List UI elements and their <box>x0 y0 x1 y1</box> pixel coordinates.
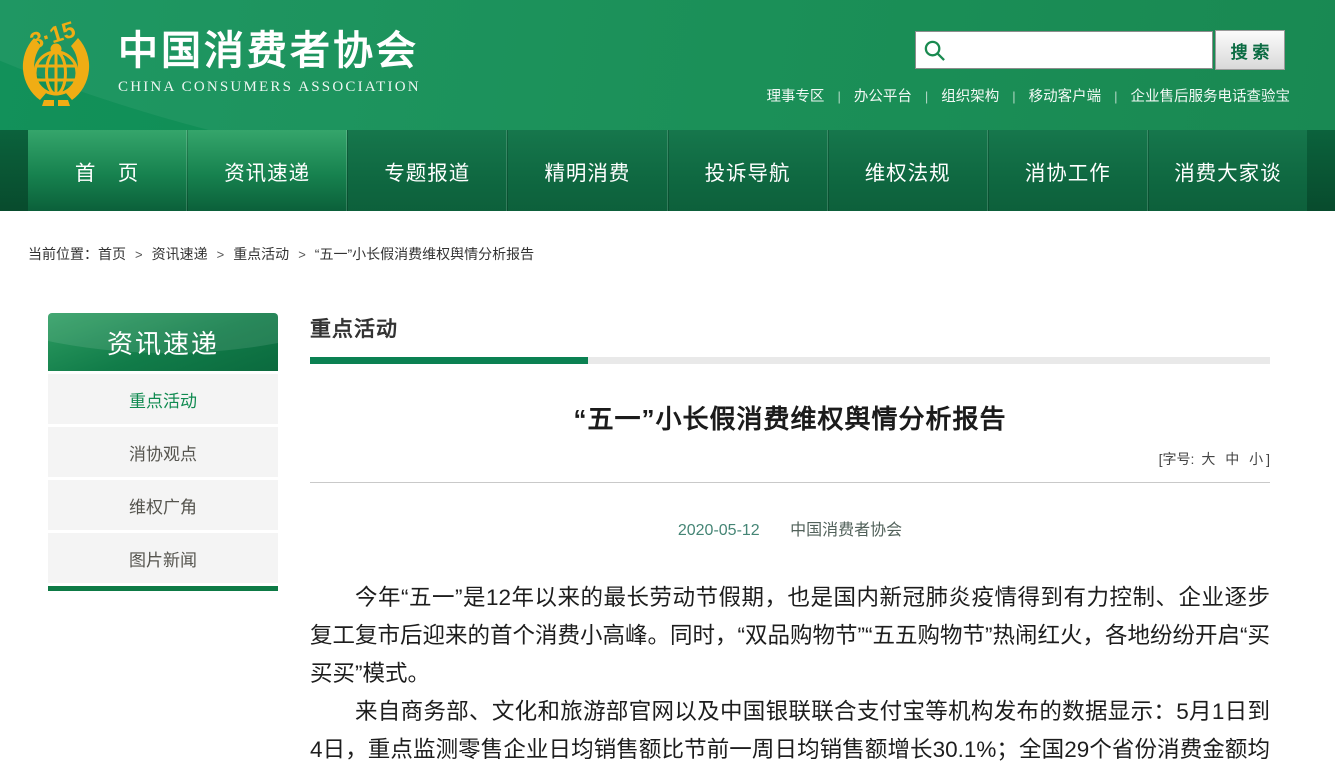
search-area: 搜 索 <box>915 31 1285 70</box>
font-size-medium-button[interactable]: 中 <box>1225 451 1239 467</box>
main-nav: 首 页 资讯速递 专题报道 精明消费 投诉导航 维权法规 消协工作 消费大家谈 <box>0 130 1335 211</box>
section-underline <box>310 357 1270 364</box>
search-icon <box>923 39 946 62</box>
sidebar-footer-bar <box>48 586 278 591</box>
font-size-control: [字号: 大 中 小] <box>310 449 1270 469</box>
link-separator: | <box>1012 89 1015 104</box>
article-paragraph: 今年“五一”是12年以来的最长劳动节假期，也是国内新冠肺炎疫情得到有力控制、企业… <box>310 579 1270 693</box>
header-quick-links: 理事专区 | 办公平台 | 组织架构 | 移动客户端 | 企业售后服务电话查验宝 <box>766 85 1290 106</box>
article-title: “五一”小长假消费维权舆情分析报告 <box>310 399 1270 436</box>
nav-tab-cca-work[interactable]: 消协工作 <box>988 130 1148 211</box>
breadcrumb-separator: > <box>135 247 143 262</box>
content-layout: 资讯速递 重点活动 消协观点 维权广角 图片新闻 重点活动 “五一”小长假消费维… <box>0 313 1335 770</box>
search-box <box>915 31 1213 69</box>
article-meta: 2020-05-12 中国消费者协会 <box>310 516 1270 540</box>
nav-tab-special-report[interactable]: 专题报道 <box>347 130 507 211</box>
underline-green-segment <box>310 357 588 364</box>
sidebar-item-photo-news[interactable]: 图片新闻 <box>48 533 278 583</box>
font-size-large-button[interactable]: 大 <box>1201 451 1215 467</box>
title-divider <box>310 482 1270 483</box>
link-org-structure[interactable]: 组织架构 <box>941 89 999 105</box>
link-mobile-client[interactable]: 移动客户端 <box>1029 89 1102 105</box>
breadcrumb-separator: > <box>298 247 306 262</box>
search-input[interactable] <box>952 32 1207 68</box>
site-title-en: CHINA CONSUMERS ASSOCIATION <box>118 79 421 96</box>
link-separator: | <box>925 89 928 104</box>
site-title-cn: 中国消费者协会 <box>118 29 421 73</box>
logo-text: 中国消费者协会 CHINA CONSUMERS ASSOCIATION <box>118 29 421 96</box>
nav-tab-rights-laws[interactable]: 维权法规 <box>828 130 988 211</box>
section-title: 重点活动 <box>310 313 1270 343</box>
sidebar-item-cca-views[interactable]: 消协观点 <box>48 427 278 477</box>
nav-tab-complaint-guide[interactable]: 投诉导航 <box>668 130 828 211</box>
cca-315-emblem-icon: 3·15 <box>14 16 98 108</box>
link-office-platform[interactable]: 办公平台 <box>854 89 912 105</box>
breadcrumb-home[interactable]: 首页 <box>98 246 126 262</box>
sidebar-item-rights-wide-angle[interactable]: 维权广角 <box>48 480 278 530</box>
breadcrumb-separator: > <box>217 247 225 262</box>
emblem-315-text: 3·15 <box>27 16 79 54</box>
site-header: 3·15 中国消费者协会 CHINA CONSUMERS ASSOCIATION… <box>0 0 1335 130</box>
search-button[interactable]: 搜 索 <box>1215 30 1285 70</box>
font-size-small-button[interactable]: 小 <box>1249 451 1263 467</box>
underline-gray-segment <box>588 357 1270 364</box>
link-separator: | <box>837 89 840 104</box>
link-separator: | <box>1114 89 1117 104</box>
sidebar-title-text: 资讯速递 <box>107 324 219 361</box>
nav-tab-smart-consumption[interactable]: 精明消费 <box>507 130 667 211</box>
sidebar: 资讯速递 重点活动 消协观点 维权广角 图片新闻 <box>48 313 278 591</box>
sidebar-title: 资讯速递 <box>48 313 278 371</box>
article-body: 今年“五一”是12年以来的最长劳动节假期，也是国内新冠肺炎疫情得到有力控制、企业… <box>310 579 1270 770</box>
breadcrumb-current-page: “五一”小长假消费维权舆情分析报告 <box>315 246 534 262</box>
article-source: 中国消费者协会 <box>790 522 902 539</box>
nav-tab-consumer-talk[interactable]: 消费大家谈 <box>1148 130 1307 211</box>
breadcrumb: 当前位置：首页 > 资讯速递 > 重点活动 > “五一”小长假消费维权舆情分析报告 <box>28 244 1335 264</box>
main-content: 重点活动 “五一”小长假消费维权舆情分析报告 [字号: 大 中 小] 2020-… <box>310 313 1270 770</box>
font-size-suffix: ] <box>1266 451 1270 467</box>
article-date: 2020-05-12 <box>678 522 760 539</box>
font-size-prefix: [字号: <box>1159 451 1195 467</box>
link-aftersale-phone-check[interactable]: 企业售后服务电话查验宝 <box>1131 89 1291 105</box>
breadcrumb-key-activities[interactable]: 重点活动 <box>233 246 289 262</box>
sidebar-item-key-activities[interactable]: 重点活动 <box>48 374 278 424</box>
article-paragraph: 来自商务部、文化和旅游部官网以及中国银联联合支付宝等机构发布的数据显示：5月1日… <box>310 693 1270 770</box>
nav-tab-home[interactable]: 首 页 <box>28 130 187 211</box>
nav-tab-news-express[interactable]: 资讯速递 <box>187 130 347 211</box>
breadcrumb-news-express[interactable]: 资讯速递 <box>152 246 208 262</box>
breadcrumb-label: 当前位置： <box>28 246 98 262</box>
link-member-zone[interactable]: 理事专区 <box>766 89 824 105</box>
site-logo[interactable]: 3·15 中国消费者协会 CHINA CONSUMERS ASSOCIATION <box>14 16 421 108</box>
